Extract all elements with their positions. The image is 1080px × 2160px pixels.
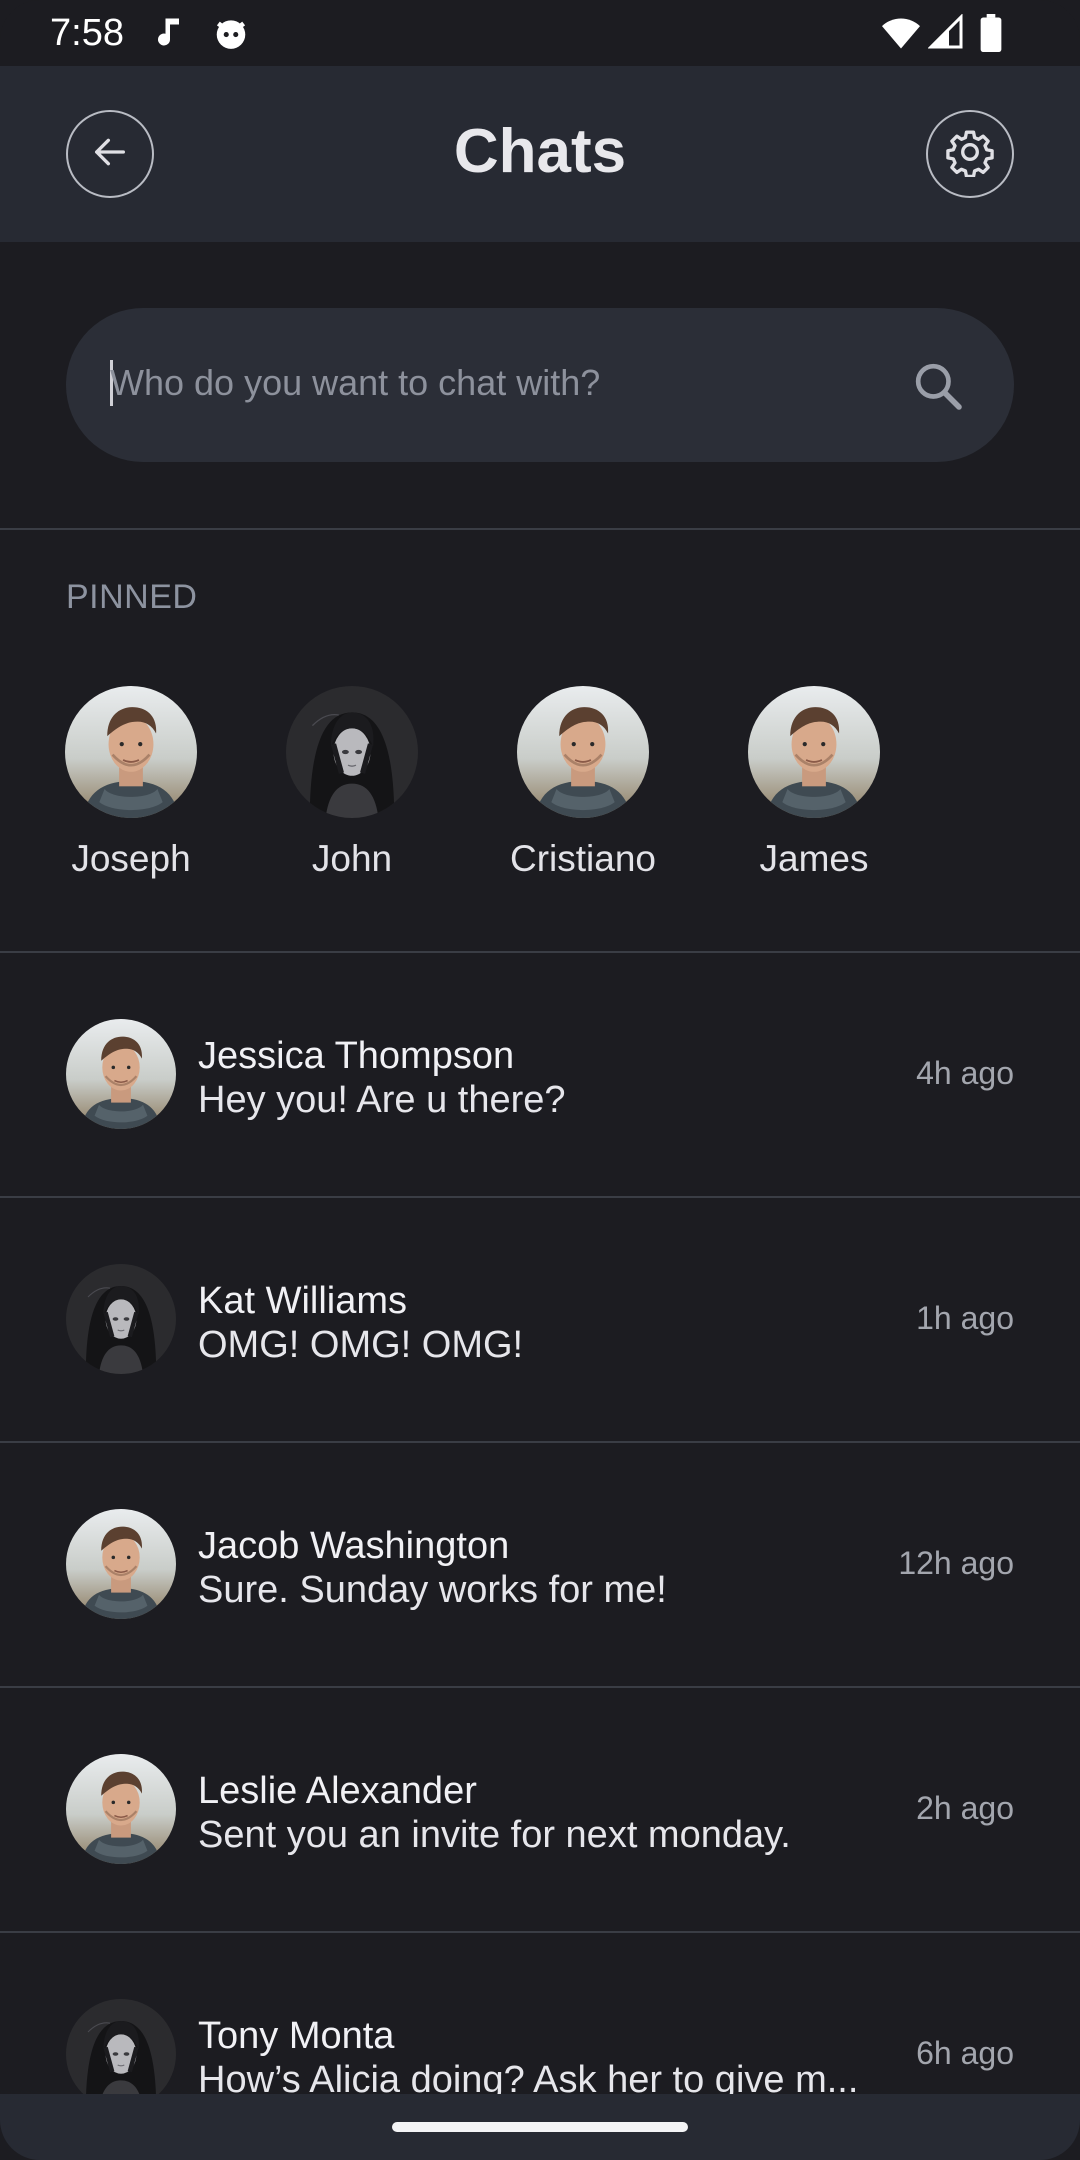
avatar bbox=[286, 686, 418, 818]
chat-contact-name: Kat Williams bbox=[198, 1280, 408, 1322]
content-area: Who do you want to chat with? PINNED Jos… bbox=[0, 0, 1080, 2094]
avatar bbox=[66, 1509, 176, 1619]
search-placeholder: Who do you want to chat with? bbox=[110, 362, 601, 403]
chat-timestamp: 1h ago bbox=[916, 1300, 1014, 1336]
avatar bbox=[66, 1019, 176, 1129]
chat-contact-name: Tony Monta bbox=[198, 2015, 395, 2057]
avatar bbox=[748, 686, 880, 818]
chat-list-item[interactable]: Jessica Thompson Hey you! Are u there? 4… bbox=[0, 953, 1080, 1197]
divider bbox=[0, 528, 1080, 530]
avatar bbox=[66, 1754, 176, 1864]
pinned-contact-name: John bbox=[311, 838, 393, 879]
chat-contact-name: Jacob Washington bbox=[198, 1525, 510, 1567]
search-input[interactable]: Who do you want to chat with? bbox=[66, 308, 1014, 462]
chat-last-message: How’s Alicia doing? Ask her to give m... bbox=[198, 2059, 859, 2094]
pinned-contact[interactable]: Cristiano bbox=[478, 686, 688, 880]
chat-contact-name: Leslie Alexander bbox=[198, 1770, 477, 1812]
pinned-contact-name: Joseph bbox=[71, 838, 191, 879]
navigation-bar bbox=[0, 2094, 1080, 2160]
avatar bbox=[517, 686, 649, 818]
chat-list-item[interactable]: Jacob Washington Sure. Sunday works for … bbox=[0, 1443, 1080, 1687]
chat-last-message: Hey you! Are u there? bbox=[198, 1079, 566, 1121]
pinned-section-label: PINNED bbox=[66, 578, 198, 616]
chat-timestamp: 12h ago bbox=[898, 1545, 1014, 1581]
chat-list-item[interactable]: Kat Williams OMG! OMG! OMG! 1h ago bbox=[0, 1198, 1080, 1442]
chat-list-item[interactable]: Leslie Alexander Sent you an invite for … bbox=[0, 1688, 1080, 1932]
pinned-contact-name: Cristiano bbox=[510, 838, 656, 879]
chat-contact-name: Jessica Thompson bbox=[198, 1035, 515, 1077]
avatar bbox=[65, 686, 197, 818]
avatar bbox=[66, 1264, 176, 1374]
chat-last-message: Sent you an invite for next monday. bbox=[198, 1814, 791, 1856]
search-icon[interactable] bbox=[910, 358, 966, 419]
pinned-contact[interactable]: John bbox=[247, 686, 457, 880]
chat-last-message: Sure. Sunday works for me! bbox=[198, 1569, 667, 1611]
chat-last-message: OMG! OMG! OMG! bbox=[198, 1324, 524, 1366]
chat-timestamp: 2h ago bbox=[916, 1790, 1014, 1826]
pinned-contact-name: James bbox=[759, 838, 869, 879]
avatar bbox=[66, 1999, 176, 2094]
pinned-contact[interactable]: James bbox=[709, 686, 919, 880]
home-gesture-handle[interactable] bbox=[392, 2122, 688, 2132]
chat-list-item[interactable]: Tony Monta How’s Alicia doing? Ask her t… bbox=[0, 1933, 1080, 2094]
chat-timestamp: 4h ago bbox=[916, 1055, 1014, 1091]
pinned-contact[interactable]: Joseph bbox=[26, 686, 236, 880]
chat-timestamp: 6h ago bbox=[916, 2035, 1014, 2071]
